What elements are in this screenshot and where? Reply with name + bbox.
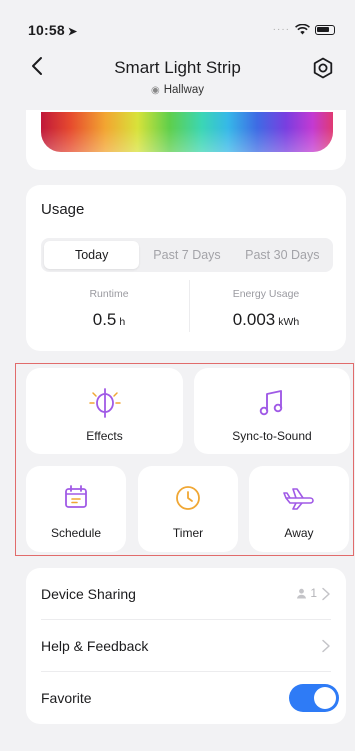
effects-label: Effects: [86, 429, 123, 443]
favorite-label: Favorite: [41, 690, 92, 706]
favorite-row: Favorite: [41, 672, 339, 724]
energy-value: 0.003 kWh: [232, 310, 300, 329]
effects-icon: [88, 388, 121, 418]
energy-stat: Energy Usage 0.003 kWh: [191, 288, 341, 330]
status-indicators: ····: [273, 24, 335, 35]
stat-divider: [189, 280, 190, 332]
battery-icon: [315, 24, 335, 35]
sync-to-sound-tile[interactable]: Sync-to-Sound: [194, 368, 350, 454]
timer-tile[interactable]: Timer: [138, 466, 238, 552]
help-feedback-label: Help & Feedback: [41, 638, 149, 654]
nav-bar: Smart Light Strip ◉ Hallway: [0, 48, 355, 104]
runtime-stat: Runtime 0.5 h: [34, 288, 184, 330]
usage-title: Usage: [41, 201, 85, 218]
favorite-toggle[interactable]: [289, 684, 339, 712]
device-sharing-label: Device Sharing: [41, 586, 136, 602]
clock-icon: [176, 486, 200, 510]
status-bar: 10:58 ➤ ····: [0, 0, 355, 40]
runtime-value: 0.5 h: [92, 310, 126, 329]
device-sharing-row[interactable]: Device Sharing 1: [41, 568, 331, 620]
sync-to-sound-label: Sync-to-Sound: [232, 429, 312, 443]
settings-list: Device Sharing 1 Help & Feedback Favorit…: [26, 568, 346, 724]
tab-past-7-days[interactable]: Past 7 Days: [139, 241, 234, 269]
tab-today[interactable]: Today: [44, 241, 140, 269]
device-location: ◉ Hallway: [151, 84, 204, 96]
usage-period-tabs: Today Past 7 Days Past 30 Days: [41, 238, 333, 272]
usage-card: Usage Today Past 7 Days Past 30 Days Run…: [26, 185, 346, 351]
tab-past-30-days[interactable]: Past 30 Days: [235, 241, 330, 269]
schedule-tile[interactable]: Schedule: [26, 466, 126, 552]
location-pin-icon: ◉: [151, 85, 160, 96]
color-spectrum-slider[interactable]: [41, 112, 333, 152]
runtime-label: Runtime: [89, 288, 129, 300]
person-icon: [297, 588, 307, 598]
away-label: Away: [284, 526, 314, 540]
airplane-icon: [283, 488, 314, 510]
schedule-label: Schedule: [50, 526, 102, 540]
page-title: Smart Light Strip: [114, 58, 241, 77]
signal-icon: ····: [272, 24, 290, 35]
chevron-right-icon: [322, 639, 330, 653]
calendar-icon: [65, 485, 87, 508]
away-tile[interactable]: Away: [249, 466, 349, 552]
timer-label: Timer: [172, 526, 204, 540]
shared-users-count: 1: [296, 586, 317, 600]
effects-tile[interactable]: Effects: [26, 368, 183, 454]
wifi-icon: [295, 24, 310, 35]
status-time: 10:58 ➤: [28, 22, 78, 38]
chevron-right-icon: [322, 587, 330, 601]
color-picker-card: [26, 110, 346, 170]
location-arrow-icon: ➤: [67, 26, 78, 38]
help-feedback-row[interactable]: Help & Feedback: [41, 620, 331, 672]
energy-label: Energy Usage: [232, 288, 300, 300]
settings-gear-icon[interactable]: [311, 56, 335, 80]
music-note-icon: [259, 390, 283, 416]
